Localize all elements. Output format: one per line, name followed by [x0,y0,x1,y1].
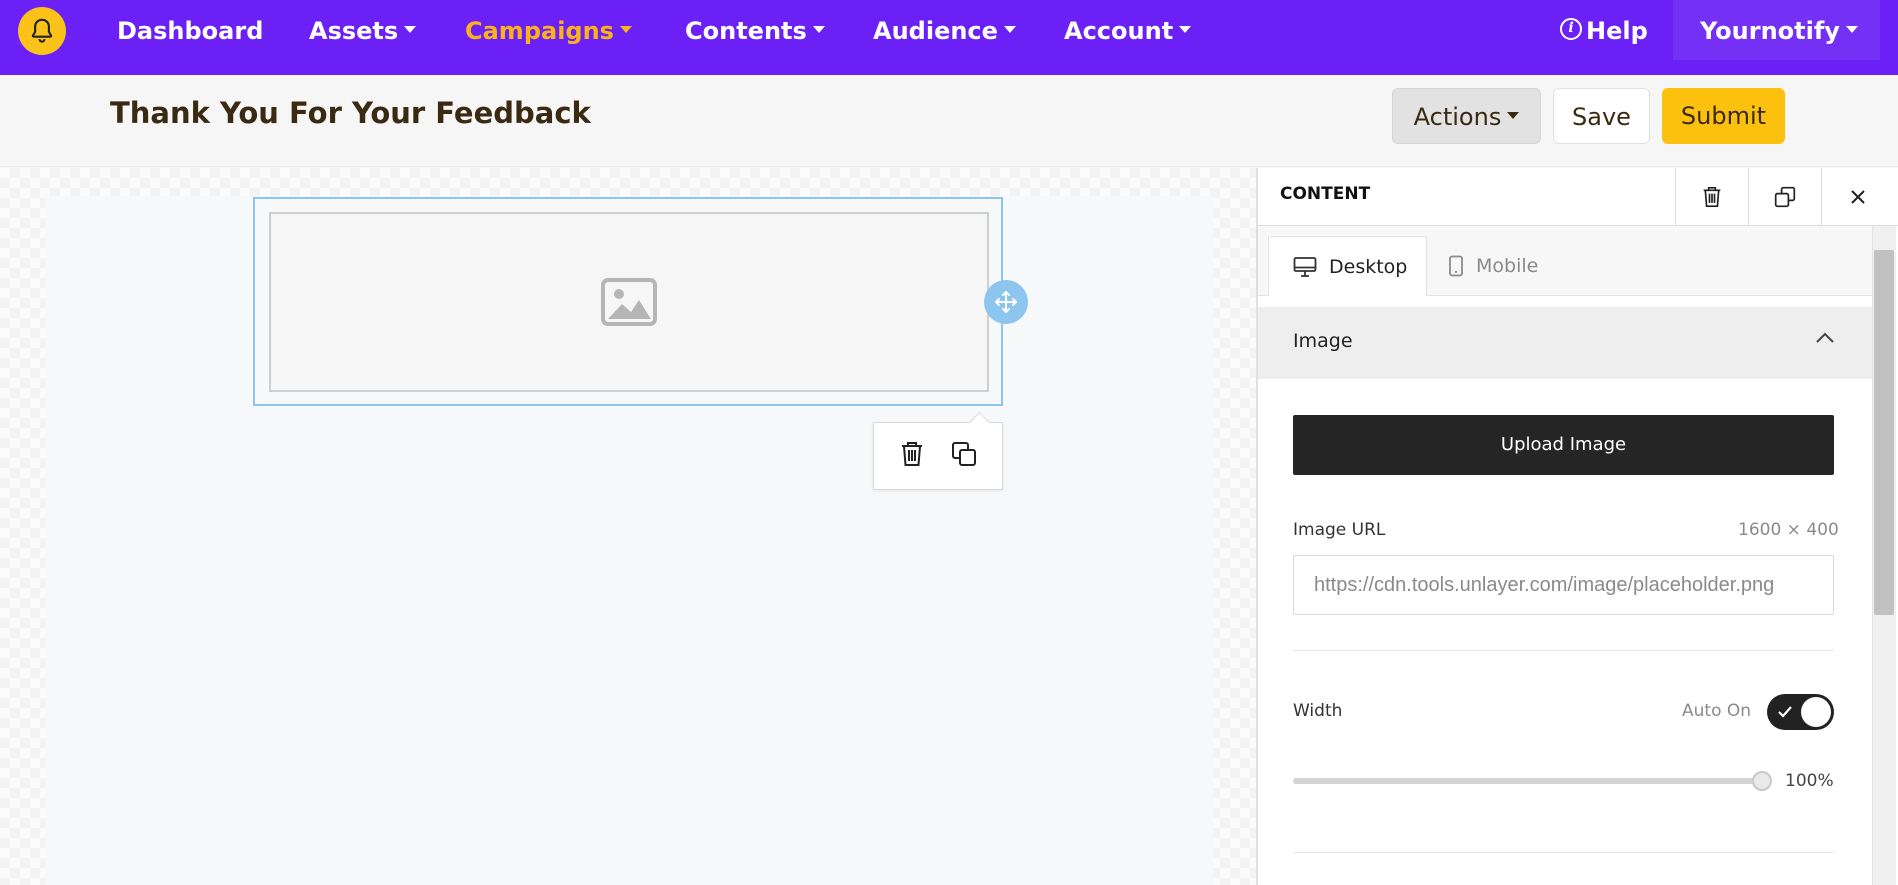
nav-help[interactable]: i Help [1560,14,1648,48]
caret-down-icon [812,25,825,33]
divider [1293,650,1834,651]
panel-delete-button[interactable] [1675,168,1748,226]
image-url-input[interactable] [1293,555,1834,615]
nav-dashboard[interactable]: Dashboard [117,14,263,48]
bell-icon[interactable] [18,7,66,55]
auto-width-toggle[interactable] [1767,694,1834,730]
width-value: 100% [1785,771,1834,791]
chevron-up-icon[interactable] [1815,332,1835,344]
width-label: Width [1293,701,1343,721]
image-url-label: Image URL [1293,520,1386,540]
desktop-icon [1293,256,1317,277]
nav-audience[interactable]: Audience [873,14,1016,48]
caret-down-icon [1179,25,1192,33]
panel-title: CONTENT [1280,184,1371,204]
width-slider-thumb[interactable] [1752,771,1772,791]
caret-down-icon [619,25,632,33]
divider [1293,852,1834,853]
tab-mobile[interactable]: Mobile [1440,236,1580,296]
actions-button[interactable]: Actions [1392,88,1541,144]
move-icon[interactable] [984,280,1028,324]
upload-image-button[interactable]: Upload Image [1293,415,1834,475]
image-placeholder[interactable] [269,212,989,392]
panel-close-button[interactable] [1821,168,1894,226]
nav-contents[interactable]: Contents [685,14,825,48]
info-icon: i [1560,18,1582,40]
caret-down-icon [404,25,417,33]
width-slider[interactable] [1293,778,1763,784]
nav-campaigns[interactable]: Campaigns [465,14,632,48]
mobile-icon [1449,255,1463,277]
block-toolbar [873,422,1003,490]
caret-down-icon [1003,25,1016,33]
submit-button[interactable]: Submit [1662,88,1785,144]
nav-user-menu[interactable]: Yournotify [1700,14,1858,48]
nav-assets[interactable]: Assets [309,14,417,48]
duplicate-icon[interactable] [951,441,977,472]
panel-scrollbar-thumb[interactable] [1874,250,1894,615]
section-title: Image [1293,330,1353,352]
close-icon [1851,190,1865,204]
duplicate-icon [1774,186,1796,208]
caret-down-icon [1507,111,1520,119]
trash-icon [1703,187,1721,207]
image-icon [601,278,657,326]
panel-duplicate-button[interactable] [1748,168,1821,226]
nav-account[interactable]: Account [1064,14,1192,48]
auto-label: Auto On [1682,701,1752,721]
trash-icon[interactable] [900,441,924,472]
check-icon [1778,706,1792,718]
save-button[interactable]: Save [1553,88,1650,144]
tab-desktop[interactable]: Desktop [1268,236,1427,296]
image-dimensions: 1600 × 400 [1738,520,1839,540]
toggle-knob [1801,697,1831,727]
page-title: Thank You For Your Feedback [110,96,591,130]
caret-down-icon [1845,25,1858,33]
